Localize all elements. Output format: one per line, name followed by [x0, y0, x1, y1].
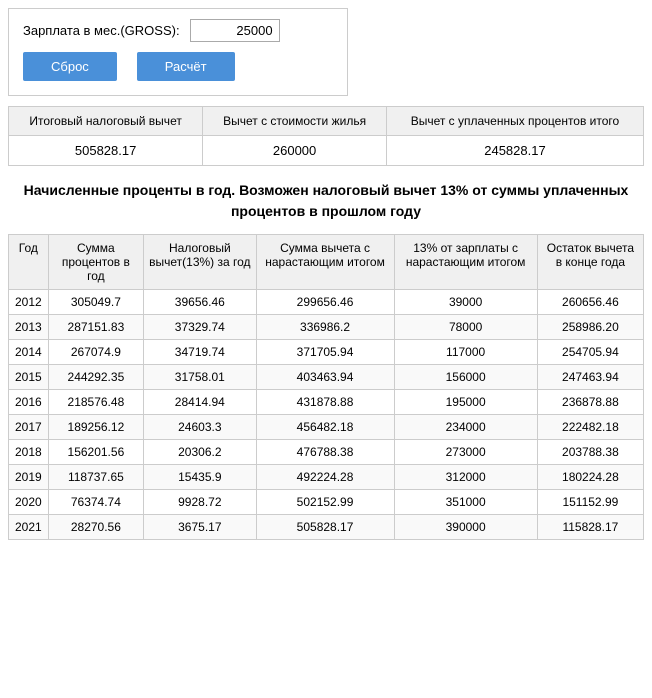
cell-8-2: 9928.72	[144, 490, 257, 515]
cell-6-2: 20306.2	[144, 440, 257, 465]
data-table: Год Сумма процентов в год Налоговый выче…	[8, 234, 644, 540]
cell-2-5: 254705.94	[537, 340, 643, 365]
table-row: 202076374.749928.72502152.99351000151152…	[9, 490, 644, 515]
summary-table: Итоговый налоговый вычет Вычет с стоимос…	[8, 106, 644, 166]
cell-4-1: 218576.48	[48, 390, 143, 415]
cell-5-3: 456482.18	[256, 415, 394, 440]
table-row: 2014267074.934719.74371705.9411700025470…	[9, 340, 644, 365]
cell-9-4: 390000	[394, 515, 537, 540]
cell-5-1: 189256.12	[48, 415, 143, 440]
cell-2-4: 117000	[394, 340, 537, 365]
cell-1-5: 258986.20	[537, 315, 643, 340]
salary-input[interactable]	[190, 19, 280, 42]
reset-button[interactable]: Сброс	[23, 52, 117, 81]
cell-6-3: 476788.38	[256, 440, 394, 465]
salary-row: Зарплата в мес.(GROSS):	[23, 19, 333, 42]
data-section: Год Сумма процентов в год Налоговый выче…	[8, 234, 644, 540]
cell-1-2: 37329.74	[144, 315, 257, 340]
cell-0-3: 299656.46	[256, 290, 394, 315]
table-row: 2013287151.8337329.74336986.278000258986…	[9, 315, 644, 340]
top-section: Зарплата в мес.(GROSS): Сброс Расчёт	[8, 8, 348, 96]
cell-5-4: 234000	[394, 415, 537, 440]
btn-row: Сброс Расчёт	[23, 52, 333, 81]
cell-6-1: 156201.56	[48, 440, 143, 465]
cell-7-2: 15435.9	[144, 465, 257, 490]
cell-6-4: 273000	[394, 440, 537, 465]
table-row: 2016218576.4828414.94431878.881950002368…	[9, 390, 644, 415]
cell-2-0: 2014	[9, 340, 49, 365]
data-header-row: Год Сумма процентов в год Налоговый выче…	[9, 235, 644, 290]
cell-3-1: 244292.35	[48, 365, 143, 390]
cell-9-0: 2021	[9, 515, 49, 540]
cell-8-3: 502152.99	[256, 490, 394, 515]
summary-value-row: 505828.17 260000 245828.17	[9, 136, 644, 166]
summary-value-2: 245828.17	[386, 136, 643, 166]
cell-6-5: 203788.38	[537, 440, 643, 465]
data-header-4: 13% от зарплаты с нарастающим итогом	[394, 235, 537, 290]
cell-3-5: 247463.94	[537, 365, 643, 390]
cell-0-5: 260656.46	[537, 290, 643, 315]
table-row: 2018156201.5620306.2476788.3827300020378…	[9, 440, 644, 465]
cell-4-4: 195000	[394, 390, 537, 415]
cell-3-4: 156000	[394, 365, 537, 390]
data-header-3: Сумма вычета с нарастающим итогом	[256, 235, 394, 290]
cell-2-1: 267074.9	[48, 340, 143, 365]
cell-7-0: 2019	[9, 465, 49, 490]
cell-9-3: 505828.17	[256, 515, 394, 540]
cell-3-3: 403463.94	[256, 365, 394, 390]
cell-5-2: 24603.3	[144, 415, 257, 440]
data-header-5: Остаток вычета в конце года	[537, 235, 643, 290]
cell-0-4: 39000	[394, 290, 537, 315]
summary-header-row: Итоговый налоговый вычет Вычет с стоимос…	[9, 107, 644, 136]
cell-7-4: 312000	[394, 465, 537, 490]
table-row: 2017189256.1224603.3456482.1823400022248…	[9, 415, 644, 440]
summary-value-1: 260000	[203, 136, 387, 166]
cell-8-1: 76374.74	[48, 490, 143, 515]
cell-8-4: 351000	[394, 490, 537, 515]
data-header-1: Сумма процентов в год	[48, 235, 143, 290]
cell-0-2: 39656.46	[144, 290, 257, 315]
table-row: 2012305049.739656.46299656.4639000260656…	[9, 290, 644, 315]
summary-header-0: Итоговый налоговый вычет	[9, 107, 203, 136]
cell-8-5: 151152.99	[537, 490, 643, 515]
cell-0-1: 305049.7	[48, 290, 143, 315]
cell-3-2: 31758.01	[144, 365, 257, 390]
summary-section: Итоговый налоговый вычет Вычет с стоимос…	[8, 106, 644, 166]
data-header-2: Налоговый вычет(13%) за год	[144, 235, 257, 290]
summary-header-2: Вычет с уплаченных процентов итого	[386, 107, 643, 136]
cell-9-5: 115828.17	[537, 515, 643, 540]
salary-label: Зарплата в мес.(GROSS):	[23, 23, 180, 38]
cell-2-2: 34719.74	[144, 340, 257, 365]
table-row: 202128270.563675.17505828.17390000115828…	[9, 515, 644, 540]
cell-6-0: 2018	[9, 440, 49, 465]
cell-4-0: 2016	[9, 390, 49, 415]
cell-4-2: 28414.94	[144, 390, 257, 415]
cell-8-0: 2020	[9, 490, 49, 515]
cell-1-4: 78000	[394, 315, 537, 340]
description-text: Начисленные проценты в год. Возможен нал…	[8, 180, 644, 222]
cell-1-1: 287151.83	[48, 315, 143, 340]
calc-button[interactable]: Расчёт	[137, 52, 235, 81]
cell-1-3: 336986.2	[256, 315, 394, 340]
cell-5-5: 222482.18	[537, 415, 643, 440]
cell-7-3: 492224.28	[256, 465, 394, 490]
cell-1-0: 2013	[9, 315, 49, 340]
cell-7-5: 180224.28	[537, 465, 643, 490]
summary-header-1: Вычет с стоимости жилья	[203, 107, 387, 136]
cell-0-0: 2012	[9, 290, 49, 315]
cell-5-0: 2017	[9, 415, 49, 440]
cell-3-0: 2015	[9, 365, 49, 390]
cell-2-3: 371705.94	[256, 340, 394, 365]
cell-9-2: 3675.17	[144, 515, 257, 540]
cell-9-1: 28270.56	[48, 515, 143, 540]
cell-7-1: 118737.65	[48, 465, 143, 490]
table-row: 2019118737.6515435.9492224.2831200018022…	[9, 465, 644, 490]
data-header-0: Год	[9, 235, 49, 290]
table-row: 2015244292.3531758.01403463.941560002474…	[9, 365, 644, 390]
summary-value-0: 505828.17	[9, 136, 203, 166]
cell-4-3: 431878.88	[256, 390, 394, 415]
cell-4-5: 236878.88	[537, 390, 643, 415]
